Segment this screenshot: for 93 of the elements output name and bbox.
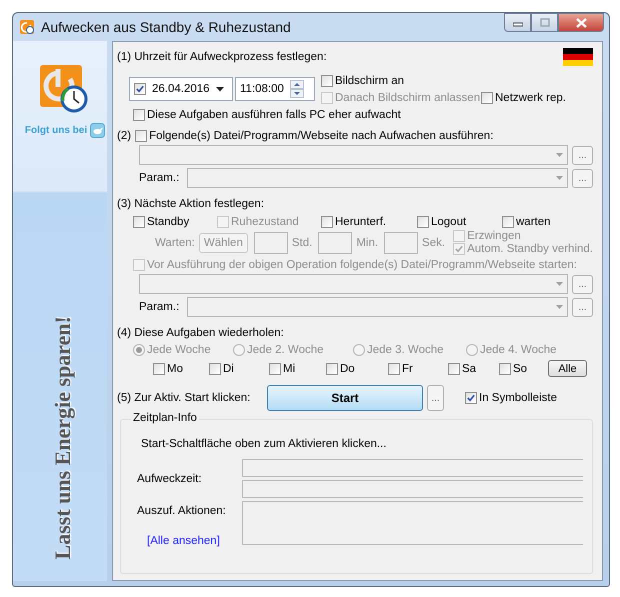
checkbox[interactable] bbox=[499, 362, 511, 374]
radio-label: Jede 4. Woche bbox=[480, 344, 557, 356]
browse-button[interactable]: ... bbox=[572, 168, 593, 188]
param-label: Param.: bbox=[139, 301, 180, 313]
number-field[interactable] bbox=[254, 232, 288, 254]
checkbox[interactable] bbox=[465, 392, 477, 404]
flag-icon[interactable] bbox=[563, 48, 593, 66]
checkbox[interactable] bbox=[135, 130, 148, 142]
checkbox-label: Autom. Standby verhind. bbox=[467, 243, 593, 255]
wait-label: Warten: bbox=[155, 236, 195, 248]
browse-button[interactable]: ... bbox=[572, 274, 593, 294]
checkbox-label: Folgende(s) Datei/Programm/Webseite nach Aufwachen ausführen: bbox=[149, 130, 494, 142]
section-heading: (1) Uhrzeit für Aufweckprozess festlegen: bbox=[117, 51, 327, 63]
checkbox[interactable] bbox=[269, 362, 281, 374]
checkbox[interactable] bbox=[448, 362, 460, 374]
checkbox-label: Standby bbox=[147, 216, 190, 228]
minimize-button[interactable] bbox=[504, 13, 531, 32]
window-title: Aufwecken aus Standby & Ruhezustand bbox=[41, 19, 291, 35]
checkbox-label: Fr bbox=[402, 362, 413, 374]
section-number: (2) bbox=[117, 130, 132, 142]
close-icon bbox=[576, 18, 586, 28]
checkbox-label: Mo bbox=[167, 362, 183, 374]
power-clock-icon bbox=[38, 63, 88, 113]
radio-label: Jede 2. Woche bbox=[247, 344, 324, 356]
date-value: 26.04.2016 bbox=[152, 83, 210, 95]
group-title: Zeitplan-Info bbox=[131, 412, 199, 424]
time-field[interactable]: 11:08:00 bbox=[235, 77, 315, 101]
program-dropdown[interactable] bbox=[139, 145, 568, 165]
spinner-icon bbox=[290, 80, 304, 98]
actions-label: Auszuf. Aktionen: bbox=[137, 505, 227, 517]
checkbox-label: Vor Ausführung der obigen Operation folgende(s) Datei/Programm/Webseite starten: bbox=[147, 259, 577, 271]
number-field[interactable] bbox=[384, 232, 418, 254]
checkbox-label: Diese Aufgaben ausführen falls PC eher aufwacht bbox=[147, 108, 401, 120]
checkbox[interactable] bbox=[134, 83, 146, 95]
checkbox[interactable] bbox=[481, 92, 493, 104]
checkbox[interactable] bbox=[321, 75, 333, 87]
checkbox-label: Danach Bildschirm anlassen bbox=[335, 92, 480, 104]
wake-time-label: Aufweckzeit: bbox=[137, 472, 203, 484]
browse-button[interactable]: ... bbox=[572, 298, 593, 316]
checkbox-label: Di bbox=[223, 362, 234, 374]
checkbox-label: Do bbox=[340, 362, 355, 374]
checkbox-label: In Symbolleiste bbox=[479, 392, 557, 404]
dropdown-caret-icon bbox=[556, 153, 563, 157]
section-heading: (5) Zur Aktiv. Start klicken: bbox=[117, 392, 252, 404]
program-dropdown[interactable] bbox=[139, 274, 568, 294]
unit-label: Min. bbox=[356, 236, 378, 248]
checkbox-label: Mi bbox=[283, 362, 296, 374]
checkbox[interactable] bbox=[153, 362, 165, 374]
time-value: 11:08:00 bbox=[240, 83, 284, 95]
unit-label: Std. bbox=[292, 236, 312, 248]
radio-label: Jede Woche bbox=[147, 344, 211, 356]
section-heading: (3) Nächste Aktion festlegen: bbox=[117, 198, 266, 210]
date-picker[interactable]: 26.04.2016 bbox=[129, 77, 233, 101]
checkbox[interactable] bbox=[326, 362, 338, 374]
checkbox[interactable] bbox=[502, 216, 514, 228]
param-label: Param.: bbox=[139, 172, 180, 184]
dropdown-caret-icon bbox=[556, 282, 563, 286]
more-button[interactable]: ... bbox=[427, 385, 444, 411]
all-button[interactable]: Alle bbox=[548, 360, 587, 377]
status-message: Start-Schaltfläche oben zum Aktivieren klicken... bbox=[141, 438, 388, 450]
browse-button[interactable]: ... bbox=[572, 146, 593, 164]
param-dropdown[interactable] bbox=[187, 168, 568, 188]
start-button[interactable]: Start bbox=[267, 385, 423, 411]
checkbox-label: Sa bbox=[462, 362, 476, 374]
section-heading: (4) Diese Aufgaben wiederholen: bbox=[117, 327, 285, 339]
dropdown-caret-icon bbox=[216, 86, 224, 92]
maximize-icon bbox=[540, 18, 550, 27]
app-icon bbox=[19, 19, 35, 35]
follow-label: Folgt uns bei bbox=[24, 125, 88, 136]
radio-label: Jede 3. Woche bbox=[367, 344, 444, 356]
number-field[interactable] bbox=[318, 232, 352, 254]
checkbox[interactable] bbox=[388, 362, 400, 374]
unit-label: Sek. bbox=[422, 236, 446, 248]
param-dropdown[interactable] bbox=[187, 297, 568, 317]
close-button[interactable] bbox=[558, 13, 604, 32]
checkbox[interactable] bbox=[209, 362, 221, 374]
slogan-text: Lasst uns Energie sparen! bbox=[50, 316, 76, 559]
checkbox-label: Ruhezustand bbox=[231, 216, 299, 228]
checkbox-label: Logout bbox=[431, 216, 466, 228]
checkbox[interactable] bbox=[133, 216, 145, 228]
checkbox-label: Erzwingen bbox=[467, 230, 521, 242]
dropdown-caret-icon bbox=[556, 305, 563, 309]
checkbox[interactable] bbox=[417, 216, 429, 228]
checkbox-label: Herunterf. bbox=[335, 216, 386, 228]
checkbox-label: Netzwerk rep. bbox=[495, 92, 566, 104]
checkbox-label: Bildschirm an bbox=[335, 75, 404, 87]
checkbox-label: So bbox=[513, 362, 528, 374]
view-all-link[interactable]: [Alle ansehen] bbox=[147, 535, 242, 547]
checkbox[interactable] bbox=[321, 216, 333, 228]
checkbox[interactable] bbox=[133, 108, 145, 120]
bird-icon bbox=[90, 123, 106, 138]
dropdown-caret-icon bbox=[556, 176, 563, 180]
checkbox-label: warten bbox=[516, 216, 551, 228]
